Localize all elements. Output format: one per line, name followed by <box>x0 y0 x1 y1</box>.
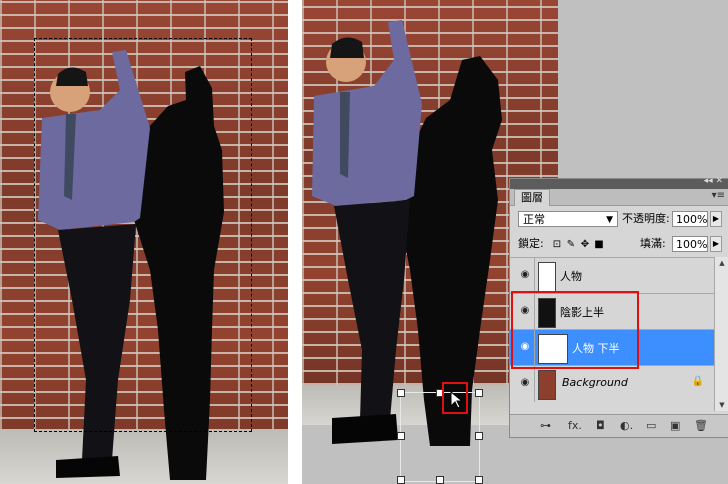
transform-handle[interactable] <box>475 476 483 484</box>
new-layer-icon[interactable]: ▣ <box>670 419 680 432</box>
layer-name: Background <box>562 376 628 389</box>
fill-stepper-icon[interactable]: ▶ <box>710 236 722 252</box>
transform-handle[interactable] <box>475 389 483 397</box>
link-icon[interactable]: ⊶ <box>540 419 551 432</box>
transform-handle[interactable] <box>397 389 405 397</box>
opacity-label: 不透明度: <box>622 212 670 225</box>
adjustment-icon[interactable]: ◐. <box>620 419 633 432</box>
lock-label: 鎖定: <box>518 237 544 250</box>
opacity-stepper-icon[interactable]: ▶ <box>710 211 722 227</box>
lock-paint-icon[interactable]: ✎ <box>566 240 576 250</box>
collapse-close-icons[interactable]: ◂◂ ✕ <box>704 176 723 186</box>
lock-transparent-icon[interactable]: ⊡ <box>552 240 562 250</box>
trash-icon[interactable]: 🗑 <box>694 419 708 432</box>
mask-icon[interactable]: ◘ <box>596 419 605 432</box>
visibility-toggle[interactable]: ◉ <box>512 258 535 294</box>
lock-move-icon[interactable]: ✥ <box>580 240 590 250</box>
lock-icons: ⊡ ✎ ✥ ■ <box>552 237 608 250</box>
layer-thumbnail <box>538 370 556 400</box>
panel-titlebar[interactable]: ◂◂ ✕ <box>510 176 728 189</box>
opacity-field[interactable]: 100% <box>672 211 708 227</box>
visibility-toggle[interactable]: ◉ <box>512 366 535 402</box>
layer-name: 人物 <box>560 270 582 283</box>
layers-panel: ◂◂ ✕ 圖層 ▾≡ 正常 ▼ 不透明度: 100% ▶ 鎖定: ⊡ ✎ ✥ ■ 填滿… <box>509 176 728 438</box>
layer-thumbnail <box>538 262 556 292</box>
blend-row: 正常 ▼ 不透明度: 100% ▶ <box>510 207 728 231</box>
chevron-down-icon: ▼ <box>606 215 613 225</box>
transform-handle[interactable] <box>436 476 444 484</box>
eye-icon: ◉ <box>520 377 530 388</box>
transform-bounding-box[interactable] <box>400 392 480 482</box>
fill-field[interactable]: 100% <box>672 236 708 252</box>
scroll-down-icon[interactable]: ▼ <box>715 399 728 411</box>
highlight-box-layers <box>511 291 639 369</box>
lock-row: 鎖定: ⊡ ✎ ✥ ■ 填滿: 100% ▶ <box>510 233 728 255</box>
eye-icon: ◉ <box>520 269 530 280</box>
layer-row-background[interactable]: ◉ Background 🔒 <box>510 365 714 402</box>
scroll-up-icon[interactable]: ▲ <box>715 257 728 269</box>
lock-icon: 🔒 <box>691 376 704 387</box>
blend-mode-select[interactable]: 正常 ▼ <box>518 211 618 227</box>
left-photo <box>0 0 288 484</box>
fill-label: 填滿: <box>640 237 666 250</box>
tab-layers[interactable]: 圖層 <box>514 189 550 206</box>
marquee-selection[interactable] <box>34 38 252 432</box>
lock-all-icon[interactable]: ■ <box>594 240 604 250</box>
transform-handle[interactable] <box>475 432 483 440</box>
highlight-box-handle <box>442 382 468 414</box>
blend-mode-value: 正常 <box>523 213 545 226</box>
panel-tabs: 圖層 ▾≡ <box>510 189 728 206</box>
transform-handle[interactable] <box>397 432 405 440</box>
layer-row-person[interactable]: ◉ 人物 <box>510 257 714 294</box>
panel-menu-icon[interactable]: ▾≡ <box>712 190 725 201</box>
transform-handle[interactable] <box>397 476 405 484</box>
fx-icon[interactable]: fx. <box>568 419 582 432</box>
layers-scrollbar[interactable]: ▲ ▼ <box>714 257 728 411</box>
group-icon[interactable]: ▭ <box>646 419 656 432</box>
layers-bottom-toolbar: ⊶ fx. ◘ ◐. ▭ ▣ 🗑 <box>510 414 728 437</box>
